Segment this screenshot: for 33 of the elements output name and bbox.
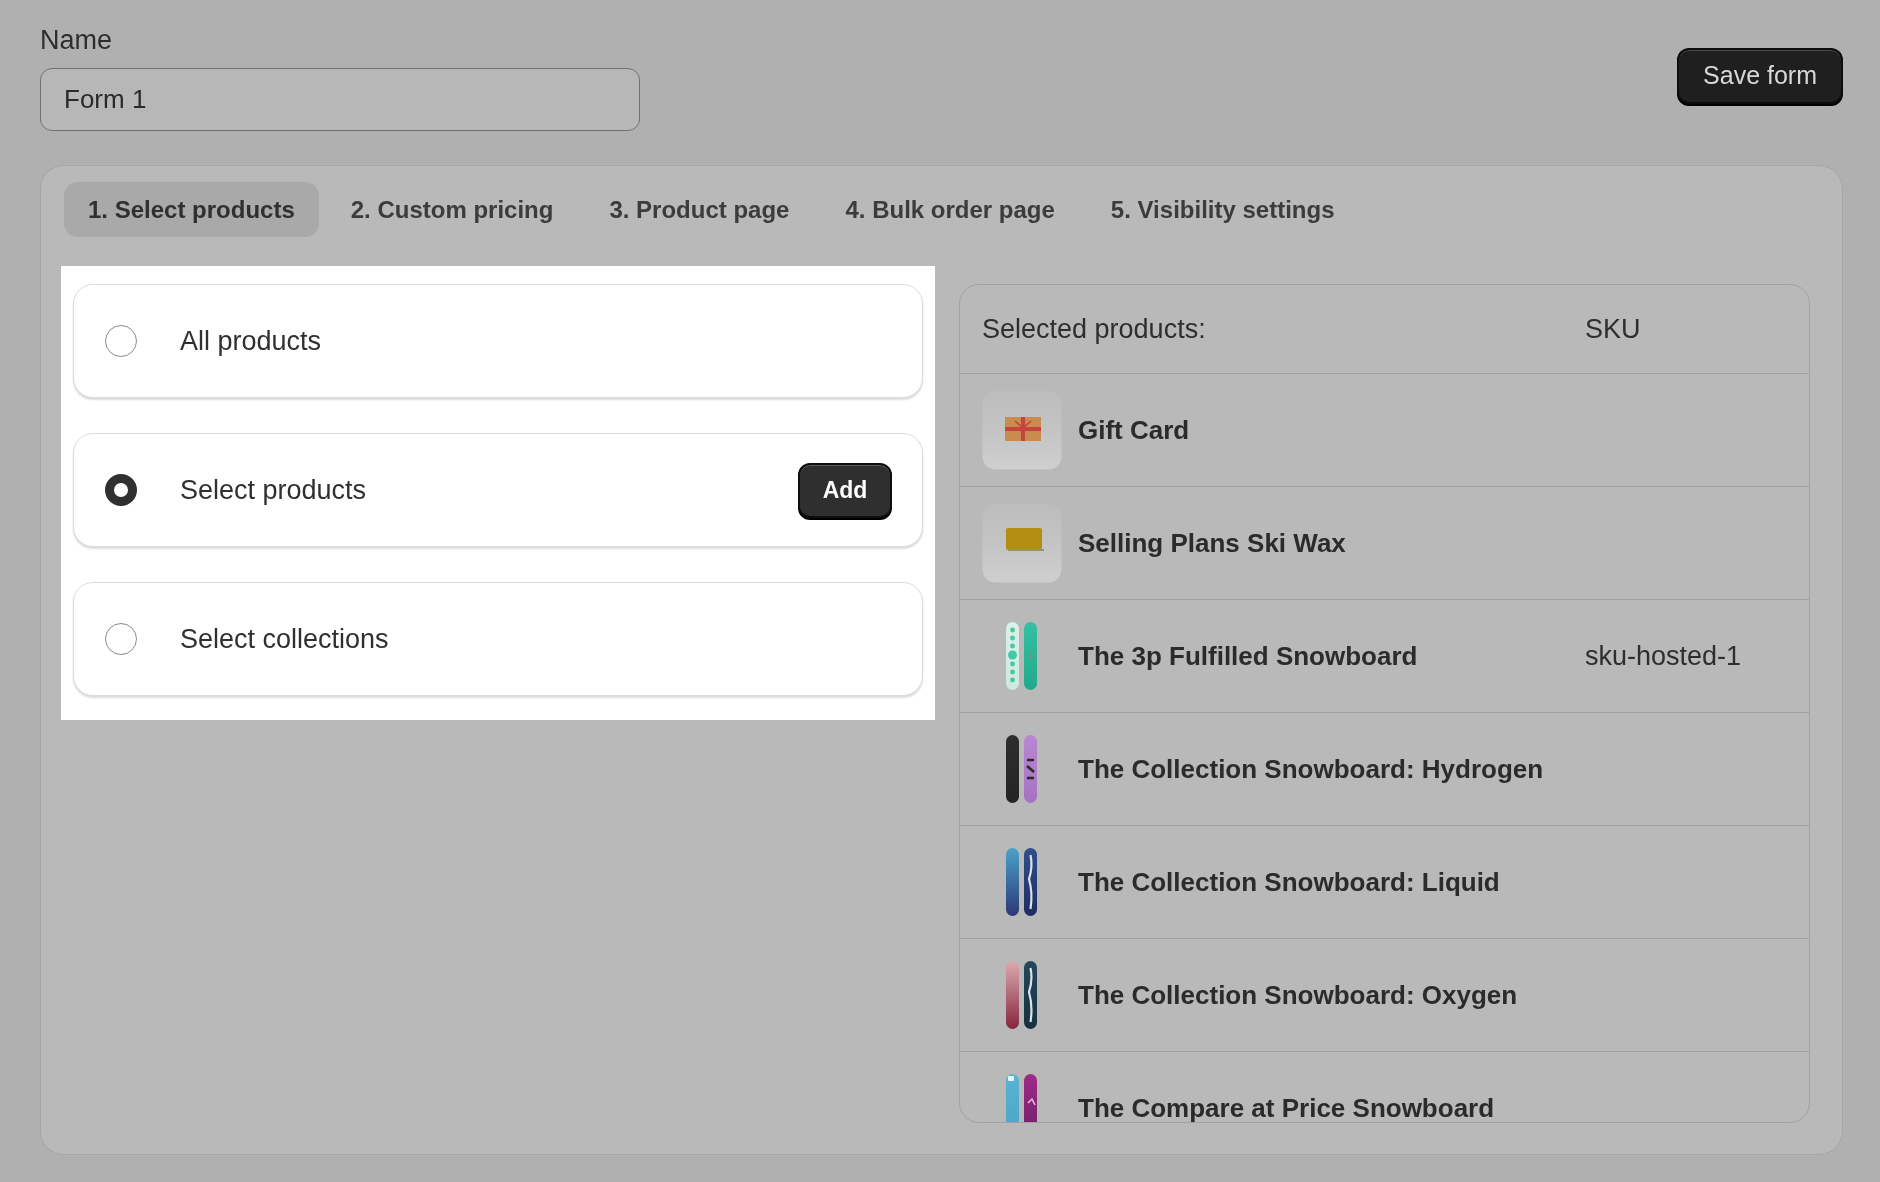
tab[interactable]: 1. Select products xyxy=(64,182,319,237)
snowboard-pair-icon xyxy=(1005,621,1039,691)
product-name: The Collection Snowboard: Liquid xyxy=(1078,868,1500,896)
option-card[interactable]: All products xyxy=(73,284,923,398)
product-name: Selling Plans Ski Wax xyxy=(1078,529,1346,557)
product-name: The Collection Snowboard: Oxygen xyxy=(1078,981,1518,1009)
name-label: Name xyxy=(40,24,113,56)
radio-button[interactable] xyxy=(105,474,137,506)
option-label: All products xyxy=(180,324,322,358)
sku-text: sku-hosted-1 xyxy=(1585,639,1742,673)
radio-button[interactable] xyxy=(105,623,137,655)
column-header: SKU xyxy=(1585,312,1642,346)
option-card[interactable]: Select collections xyxy=(73,582,923,696)
save-button[interactable]: Save form xyxy=(1677,48,1843,104)
snowboard-pair-icon xyxy=(1005,734,1039,804)
option-label: Select products xyxy=(180,473,367,507)
snowboard-pair-icon xyxy=(1005,847,1039,917)
tab[interactable]: 4. Bulk order page xyxy=(821,182,1079,237)
snowboard-pair-icon xyxy=(1005,1073,1039,1122)
tab[interactable]: 3. Product page xyxy=(585,182,814,237)
product-name: The Compare at Price Snowboard xyxy=(1078,1094,1495,1122)
tab[interactable]: 5. Visibility settings xyxy=(1086,182,1359,237)
tab[interactable]: 2. Custom pricing xyxy=(326,182,578,237)
radio-button[interactable] xyxy=(105,325,137,357)
add-button[interactable]: Add xyxy=(798,462,892,518)
option-label: Select collections xyxy=(180,622,389,656)
snowboard-pair-icon xyxy=(1005,960,1039,1030)
product-name: The Collection Snowboard: Hydrogen xyxy=(1078,755,1544,783)
option-card[interactable]: Select products Add xyxy=(73,433,923,547)
column-header: Selected products: xyxy=(982,312,1206,346)
name-field[interactable]: Form 1 xyxy=(40,68,640,131)
product-name: The 3p Fulfilled Snowboard xyxy=(1078,642,1418,670)
product-name: Gift Card xyxy=(1078,416,1190,444)
